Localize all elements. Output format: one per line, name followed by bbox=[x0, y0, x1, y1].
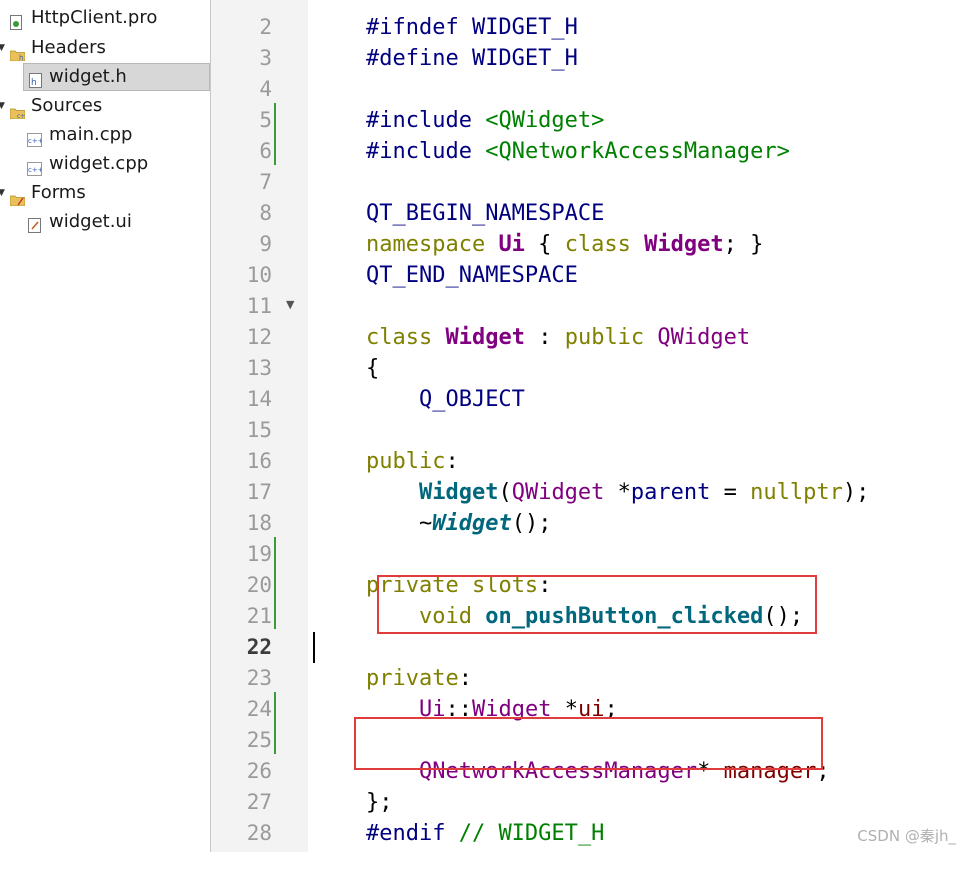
watermark: CSDN @秦jh_ bbox=[857, 827, 956, 845]
line-number: 13 bbox=[246, 356, 272, 380]
change-marker bbox=[274, 103, 276, 165]
tree-item-label: HttpClient.pro bbox=[31, 7, 158, 28]
line-number: 7 bbox=[259, 170, 272, 194]
tree-item-label: widget.cpp bbox=[49, 153, 149, 174]
code-line: QT_BEGIN_NAMESPACE bbox=[365, 201, 605, 226]
code-line: #endif // WIDGET_H bbox=[365, 821, 605, 846]
svg-text:c++: c++ bbox=[28, 137, 42, 145]
line-number: 19 bbox=[246, 542, 272, 566]
code-line: #include <QNetworkAccessManager> bbox=[365, 139, 790, 164]
change-marker bbox=[274, 537, 276, 629]
code-editor[interactable]: #ifndef WIDGET_H #define WIDGET_H #inclu… bbox=[313, 0, 962, 852]
code-line: #define WIDGET_H bbox=[365, 46, 578, 71]
svg-text:c++: c++ bbox=[28, 166, 42, 174]
line-number: 14 bbox=[246, 387, 272, 411]
tree-item-label: main.cpp bbox=[49, 124, 133, 145]
change-marker bbox=[274, 692, 276, 754]
tree-item-widget-ui[interactable]: widget.ui bbox=[0, 208, 210, 236]
line-number: 23 bbox=[246, 666, 272, 690]
code-line: #include <QWidget> bbox=[365, 108, 605, 133]
tree-item-label: widget.h bbox=[49, 66, 127, 87]
highlight-box-slot bbox=[377, 575, 817, 634]
code-line: public: bbox=[365, 449, 459, 474]
line-number: 25 bbox=[246, 728, 272, 752]
chevron-down-icon[interactable]: ▼ bbox=[0, 92, 5, 120]
line-number: 6 bbox=[259, 139, 272, 163]
line-number-gutter: 2 3 4 5 6 7 8 9 10 11 12 13 14 15 16 17 … bbox=[211, 0, 308, 852]
code-line: Widget(QWidget *parent = nullptr); bbox=[418, 480, 870, 505]
code-line: class Widget : public QWidget bbox=[365, 325, 751, 350]
line-number: 3 bbox=[259, 46, 272, 70]
code-line: namespace Ui { class Widget; } bbox=[365, 232, 764, 257]
line-number: 17 bbox=[246, 480, 272, 504]
line-number: 2 bbox=[259, 15, 272, 39]
tree-item-label: Sources bbox=[31, 95, 103, 116]
line-number: 20 bbox=[246, 573, 272, 597]
chevron-down-icon[interactable]: ▼ bbox=[0, 34, 5, 62]
svg-text:c+: c+ bbox=[17, 113, 25, 119]
line-number: 21 bbox=[246, 604, 272, 628]
tree-item-main-cpp[interactable]: c++ main.cpp bbox=[0, 121, 210, 149]
line-number: 5 bbox=[259, 108, 272, 132]
line-number: 11 bbox=[246, 294, 272, 318]
svg-text:h: h bbox=[19, 54, 23, 61]
tree-item-forms[interactable]: ▼ Forms bbox=[0, 179, 210, 207]
line-number: 24 bbox=[246, 697, 272, 721]
line-number: 26 bbox=[246, 759, 272, 783]
tree-item-label: widget.ui bbox=[49, 211, 132, 232]
tree-item-widget-h[interactable]: h widget.h bbox=[23, 63, 210, 91]
line-number: 16 bbox=[246, 449, 272, 473]
code-line: QT_END_NAMESPACE bbox=[365, 263, 578, 288]
line-number: 15 bbox=[246, 418, 272, 442]
tree-item-label: Headers bbox=[31, 37, 106, 58]
ui-file-icon bbox=[28, 214, 42, 242]
line-number: 28 bbox=[246, 821, 272, 845]
code-line: #ifndef WIDGET_H bbox=[365, 15, 578, 40]
code-line: ~Widget(); bbox=[365, 511, 552, 536]
svg-text:h: h bbox=[31, 78, 37, 88]
tree-item-headers[interactable]: ▼ h Headers bbox=[0, 34, 210, 62]
code-line: Q_OBJECT bbox=[365, 387, 525, 412]
code-line: Ui::Widget *ui; bbox=[418, 697, 618, 722]
tree-item-label: Forms bbox=[31, 182, 86, 203]
line-number: 27 bbox=[246, 790, 272, 814]
code-line: private: bbox=[365, 666, 472, 691]
project-tree: HttpClient.pro ▼ h Headers h widget.h ▼ … bbox=[0, 0, 211, 852]
line-number: 18 bbox=[246, 511, 272, 535]
tree-item-widget-cpp[interactable]: c++ widget.cpp bbox=[0, 150, 210, 178]
code-line: private slots: bbox=[365, 573, 552, 598]
line-number-current: 22 bbox=[246, 635, 272, 659]
fold-arrow-icon[interactable]: ▼ bbox=[286, 298, 294, 311]
code-line: { bbox=[365, 356, 380, 381]
line-number: 9 bbox=[259, 232, 272, 256]
line-number: 8 bbox=[259, 201, 272, 225]
tree-item-httpclient-pro[interactable]: HttpClient.pro bbox=[0, 4, 210, 32]
highlight-box-manager bbox=[354, 717, 823, 770]
line-number: 12 bbox=[246, 325, 272, 349]
chevron-down-icon[interactable]: ▼ bbox=[0, 179, 5, 207]
tree-item-sources[interactable]: ▼ c+ Sources bbox=[0, 92, 210, 120]
line-number: 4 bbox=[259, 77, 272, 101]
line-number: 10 bbox=[246, 263, 272, 287]
